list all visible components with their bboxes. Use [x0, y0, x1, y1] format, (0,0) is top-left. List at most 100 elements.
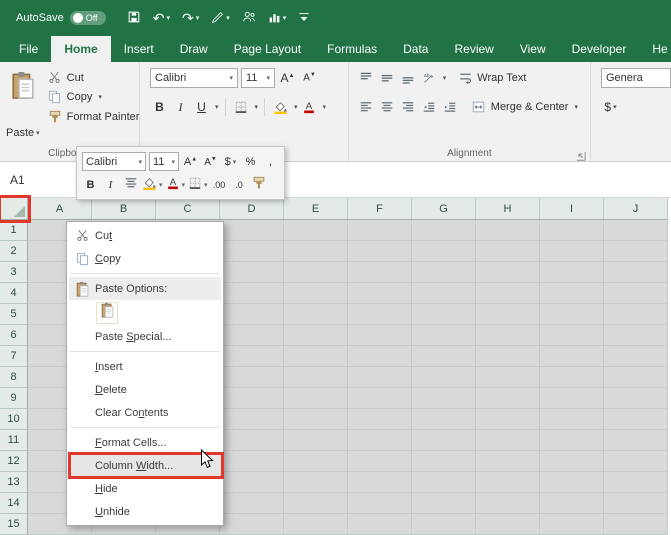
bold-button[interactable]: B	[150, 97, 169, 117]
grow-font-button[interactable]: A▲	[278, 68, 297, 88]
cell-D11[interactable]	[220, 430, 284, 451]
cell-I4[interactable]	[540, 283, 604, 304]
column-header-a[interactable]: A	[28, 198, 92, 220]
top-align-button[interactable]	[357, 68, 376, 88]
align-center-button[interactable]	[378, 97, 397, 117]
cell-D14[interactable]	[220, 493, 284, 514]
number-format-combo[interactable]: Genera	[601, 68, 671, 88]
cell-G3[interactable]	[412, 262, 476, 283]
row-header-11[interactable]: 11	[0, 430, 28, 451]
cell-I3[interactable]	[540, 262, 604, 283]
cell-I5[interactable]	[540, 304, 604, 325]
cell-G1[interactable]	[412, 220, 476, 241]
cell-H7[interactable]	[476, 346, 540, 367]
cell-F9[interactable]	[348, 388, 412, 409]
mini-shrink-font-button[interactable]: A▼	[202, 152, 219, 171]
cell-G7[interactable]	[412, 346, 476, 367]
tab-developer[interactable]: Developer	[559, 36, 640, 62]
cell-G10[interactable]	[412, 409, 476, 430]
cell-H4[interactable]	[476, 283, 540, 304]
cell-J4[interactable]	[604, 283, 668, 304]
mini-borders-button[interactable]: ▾	[188, 175, 208, 194]
column-header-i[interactable]: I	[540, 198, 604, 220]
row-header-7[interactable]: 7	[0, 346, 28, 367]
mini-fill-color-button[interactable]: ▾	[142, 175, 163, 194]
autosave-switch[interactable]: Off	[70, 11, 106, 25]
cell-E9[interactable]	[284, 388, 348, 409]
menu-item-unhide[interactable]: Unhide	[69, 500, 221, 523]
cell-G15[interactable]	[412, 514, 476, 535]
cell-H2[interactable]	[476, 241, 540, 262]
mini-grow-font-button[interactable]: A▲	[182, 152, 199, 171]
menu-item-clear-contents[interactable]: Clear Contents	[69, 401, 221, 424]
cell-J6[interactable]	[604, 325, 668, 346]
cell-J3[interactable]	[604, 262, 668, 283]
tab-view[interactable]: View	[507, 36, 559, 62]
cell-J11[interactable]	[604, 430, 668, 451]
cell-F6[interactable]	[348, 325, 412, 346]
menu-item-delete[interactable]: Delete	[69, 378, 221, 401]
tab-insert[interactable]: Insert	[111, 36, 167, 62]
cell-F12[interactable]	[348, 451, 412, 472]
cell-E8[interactable]	[284, 367, 348, 388]
cell-F7[interactable]	[348, 346, 412, 367]
cell-E3[interactable]	[284, 262, 348, 283]
row-header-10[interactable]: 10	[0, 409, 28, 430]
row-header-4[interactable]: 4	[0, 283, 28, 304]
cell-F15[interactable]	[348, 514, 412, 535]
cell-E1[interactable]	[284, 220, 348, 241]
cell-I7[interactable]	[540, 346, 604, 367]
caret-down-icon[interactable]: ▾	[294, 103, 298, 111]
cell-H1[interactable]	[476, 220, 540, 241]
cell-J5[interactable]	[604, 304, 668, 325]
cell-I14[interactable]	[540, 493, 604, 514]
cell-J7[interactable]	[604, 346, 668, 367]
row-header-1[interactable]: 1	[0, 220, 28, 241]
bottom-align-button[interactable]	[399, 68, 418, 88]
cell-H8[interactable]	[476, 367, 540, 388]
cell-J1[interactable]	[604, 220, 668, 241]
cell-E12[interactable]	[284, 451, 348, 472]
cell-F5[interactable]	[348, 304, 412, 325]
mini-decrease-decimal-button[interactable]: .0	[231, 175, 248, 194]
row-header-6[interactable]: 6	[0, 325, 28, 346]
menu-item-cut[interactable]: Cut	[69, 224, 221, 247]
cell-G14[interactable]	[412, 493, 476, 514]
row-header-9[interactable]: 9	[0, 388, 28, 409]
cell-H14[interactable]	[476, 493, 540, 514]
row-header-14[interactable]: 14	[0, 493, 28, 514]
cell-D6[interactable]	[220, 325, 284, 346]
tab-file[interactable]: File	[6, 36, 51, 62]
cell-H6[interactable]	[476, 325, 540, 346]
cell-I13[interactable]	[540, 472, 604, 493]
cell-F2[interactable]	[348, 241, 412, 262]
cell-J12[interactable]	[604, 451, 668, 472]
cell-J10[interactable]	[604, 409, 668, 430]
cell-J9[interactable]	[604, 388, 668, 409]
cell-H13[interactable]	[476, 472, 540, 493]
tab-he[interactable]: He	[639, 36, 671, 62]
cell-H10[interactable]	[476, 409, 540, 430]
cell-F13[interactable]	[348, 472, 412, 493]
cell-H9[interactable]	[476, 388, 540, 409]
menu-item-format-cells[interactable]: Format Cells...	[69, 431, 221, 454]
name-box[interactable]: A1	[0, 162, 70, 197]
cell-D10[interactable]	[220, 409, 284, 430]
cell-H5[interactable]	[476, 304, 540, 325]
cell-I6[interactable]	[540, 325, 604, 346]
row-header-3[interactable]: 3	[0, 262, 28, 283]
column-header-b[interactable]: B	[92, 198, 156, 220]
mini-format-painter-button[interactable]	[251, 175, 268, 194]
cell-F8[interactable]	[348, 367, 412, 388]
cell-D15[interactable]	[220, 514, 284, 535]
cell-G13[interactable]	[412, 472, 476, 493]
caret-down-icon[interactable]: ▾	[215, 103, 219, 111]
cell-E6[interactable]	[284, 325, 348, 346]
cell-E5[interactable]	[284, 304, 348, 325]
mini-increase-decimal-button[interactable]: .00	[211, 175, 228, 194]
cell-F11[interactable]	[348, 430, 412, 451]
column-header-j[interactable]: J	[604, 198, 668, 220]
tab-review[interactable]: Review	[441, 36, 506, 62]
shrink-font-button[interactable]: A▼	[300, 68, 319, 88]
mini-comma-style-button[interactable]: ,	[262, 152, 279, 171]
